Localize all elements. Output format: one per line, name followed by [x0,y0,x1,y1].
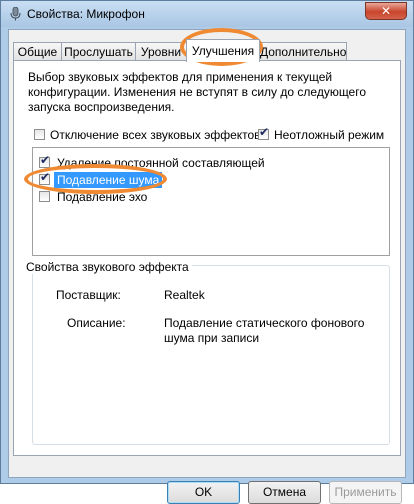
immediate-mode-checkbox[interactable]: ✔ [258,125,270,141]
description-label: Описание: [67,316,126,330]
cancel-button[interactable]: Отмена [248,481,321,504]
dialog-client: Общие Прослушать Уровни Улучшения Дополн… [8,29,406,504]
close-button[interactable]: ✕ [365,2,407,20]
effect-checkbox[interactable]: ✔ [39,170,51,186]
window-title: Свойства: Микрофон [27,7,145,21]
checkmark-icon: ✔ [259,125,270,140]
effect-dc-offset[interactable]: ✔ Удаление постоянной составляющей [39,153,268,171]
close-icon: ✕ [380,4,392,18]
disable-all-checkbox[interactable] [34,129,45,141]
effect-properties-title: Свойства звукового эффекта [23,260,192,274]
disable-all-effects-option[interactable]: Отключение всех звуковых эффектов [34,127,261,142]
title-bar[interactable]: Свойства: Микрофон ✕ [1,1,413,27]
effect-checkbox[interactable] [39,191,50,203]
immediate-mode-option[interactable]: ✔ Неотложный режим [258,125,384,142]
provider-value: Realtek [164,288,205,302]
tab-general[interactable]: Общие [13,42,62,60]
ok-button[interactable]: OK [167,481,240,504]
tab-advanced[interactable]: Дополнительно [259,42,347,60]
description-text: Выбор звуковых эффектов для применения к… [28,70,367,114]
apply-button[interactable]: Применить [329,481,402,504]
tab-listen[interactable]: Прослушать [61,42,136,60]
provider-label: Поставщик: [56,288,121,302]
effect-echo-cancellation[interactable]: Подавление эхо [39,189,150,205]
tab-levels[interactable]: Уровни [135,42,187,60]
effect-checkbox[interactable]: ✔ [39,153,51,169]
description-value: Подавление статического фонового шума пр… [164,316,365,345]
checkmark-icon: ✔ [40,170,51,185]
microphone-icon [10,7,21,21]
effects-list[interactable]: ✔ Удаление постоянной составляющей ✔ Подав… [32,147,390,256]
effect-noise-suppression[interactable]: ✔ Подавление шума [39,170,163,188]
properties-window: Свойства: Микрофон ✕ Общие Прослушать Ур… [0,0,414,504]
checkmark-icon: ✔ [40,153,51,168]
tab-enhancements[interactable]: Улучшения [186,39,260,62]
